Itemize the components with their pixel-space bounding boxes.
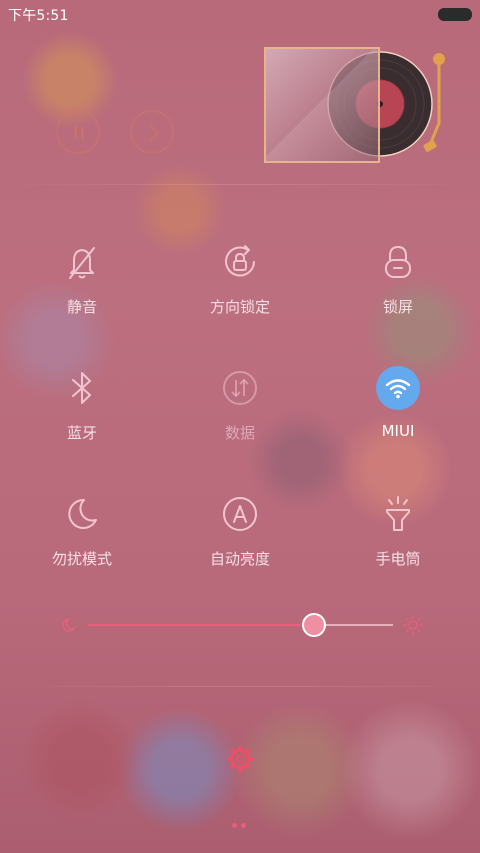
- pause-button[interactable]: [56, 110, 100, 154]
- slider-thumb[interactable]: [301, 613, 326, 637]
- moon-icon: [68, 498, 97, 529]
- page-indicator: [232, 813, 250, 832]
- music-controls: [56, 110, 186, 160]
- data-arrows-icon: [223, 371, 257, 405]
- toggle-label: 方向锁定: [209, 298, 270, 316]
- toggle-lock-screen[interactable]: 锁屏: [328, 240, 468, 340]
- toggle-label: 蓝牙: [66, 424, 97, 442]
- page-dot: [241, 823, 246, 828]
- slider-fill: [88, 624, 314, 626]
- brightness-slider[interactable]: [56, 605, 426, 645]
- toggle-do-not-disturb[interactable]: 勿扰模式: [12, 492, 152, 592]
- divider-top: [0, 184, 480, 185]
- battery-icon: [438, 8, 472, 21]
- settings-gear-icon[interactable]: [226, 745, 254, 773]
- toggle-mute[interactable]: 静音: [12, 240, 152, 340]
- album-art-widget[interactable]: [262, 45, 452, 165]
- chevron-right-icon: [149, 124, 159, 142]
- status-bar: 下午5:51: [0, 0, 480, 28]
- bell-off-icon: [69, 247, 95, 279]
- toggle-label: 锁屏: [382, 298, 413, 316]
- brightness-low-icon: [62, 618, 76, 632]
- toggle-bluetooth[interactable]: 蓝牙: [12, 366, 152, 466]
- lock-icon: [385, 245, 411, 278]
- toggle-label: MIUI: [381, 422, 415, 440]
- next-track-button[interactable]: [130, 110, 174, 154]
- toggle-label: 自动亮度: [209, 550, 270, 568]
- bluetooth-icon: [72, 372, 91, 404]
- toggle-label: 静音: [66, 298, 97, 316]
- toggle-flashlight[interactable]: 手电筒: [328, 492, 468, 592]
- toggle-label: 勿扰模式: [51, 550, 112, 568]
- toggle-label: 数据: [224, 424, 255, 442]
- album-cover: [264, 47, 380, 163]
- toggle-label: 手电筒: [375, 550, 421, 568]
- auto-brightness-a-icon: [223, 497, 257, 531]
- divider-bottom: [0, 686, 480, 687]
- toggle-mobile-data[interactable]: 数据: [170, 366, 310, 466]
- brightness-high-icon: [403, 615, 423, 635]
- flashlight-icon: [386, 496, 410, 531]
- toggle-wifi[interactable]: MIUI: [328, 366, 468, 466]
- rotation-lock-icon: [225, 245, 255, 277]
- toggle-rotation-lock[interactable]: 方向锁定: [170, 240, 310, 340]
- wifi-active-indicator: [376, 366, 420, 410]
- status-time: 下午5:51: [8, 8, 69, 24]
- page-dot: [232, 823, 237, 828]
- wifi-icon: [385, 379, 411, 399]
- toggle-auto-brightness[interactable]: 自动亮度: [170, 492, 310, 592]
